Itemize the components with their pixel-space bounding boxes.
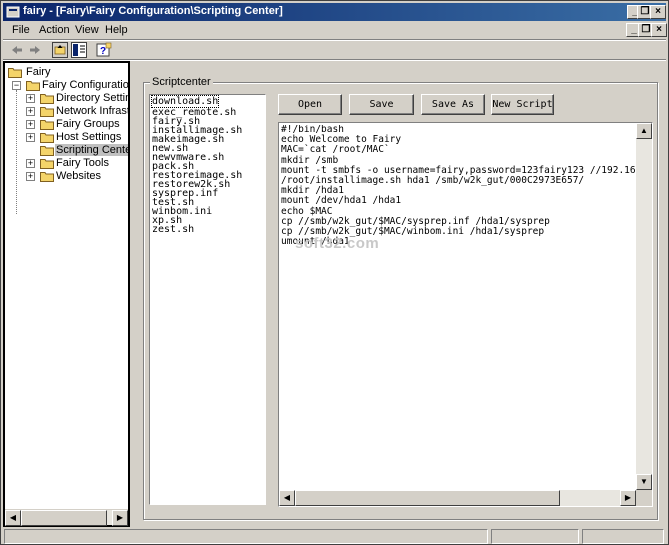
save-as-button[interactable]: Save As — [421, 94, 485, 115]
tree-item-label: Directory Settings — [56, 92, 128, 104]
tree-item-label: Host Settings — [56, 131, 122, 143]
back-arrow-icon[interactable] — [9, 42, 25, 58]
expand-icon[interactable]: + — [26, 107, 35, 116]
editor-horizontal-scrollbar[interactable]: ◀ ▶ — [279, 490, 636, 506]
tree-horizontal-scrollbar[interactable]: ◀ ▶ — [5, 509, 128, 526]
scroll-right-icon[interactable]: ▶ — [112, 510, 128, 526]
script-file-list[interactable]: download.sh exec_remote.sh fairy.sh inst… — [149, 94, 266, 505]
status-bar — [3, 528, 666, 544]
folder-icon — [40, 146, 54, 156]
tree-item-fairy-configuration[interactable]: − Fairy Configuration — [8, 79, 128, 92]
expand-icon[interactable]: + — [26, 159, 35, 168]
folder-open-icon — [26, 81, 40, 91]
status-cell — [491, 529, 579, 544]
expand-icon[interactable]: + — [26, 94, 35, 103]
folder-icon — [40, 172, 54, 182]
menu-bar: File Action View Help _ ❐ × — [3, 22, 667, 39]
menu-view[interactable]: View — [75, 24, 99, 36]
help-icon[interactable]: ? — [96, 42, 112, 58]
scroll-left-icon[interactable]: ◀ — [5, 510, 21, 526]
expand-icon[interactable]: + — [26, 120, 35, 129]
up-folder-icon[interactable] — [52, 42, 68, 58]
tree-item-label: Fairy Tools — [56, 157, 109, 169]
folder-icon — [40, 159, 54, 169]
new-script-button[interactable]: New Script — [491, 94, 554, 115]
app-icon — [6, 6, 20, 18]
tree-root-label: Fairy — [26, 66, 51, 78]
tree-item-label-selected: Scripting Center — [55, 144, 128, 156]
svg-text:?: ? — [100, 46, 106, 57]
tree-item-label: Websites — [56, 170, 102, 182]
folder-icon — [40, 107, 54, 117]
script-editor[interactable]: #!/bin/bash echo Welcome to Fairy MAC=`c… — [278, 122, 653, 507]
tree-item-label: Fairy Groups — [56, 118, 120, 130]
tree-item-host-settings[interactable]: + Host Settings — [26, 131, 128, 144]
toolbar: ? — [3, 41, 666, 59]
forward-arrow-icon[interactable] — [27, 42, 43, 58]
tree-item-label: Network Infrastruc — [56, 105, 128, 117]
scroll-down-icon[interactable]: ▼ — [636, 474, 652, 490]
mdi-close-button[interactable]: × — [651, 23, 667, 37]
tree-item-scripting-center[interactable]: Scripting Center — [26, 144, 128, 157]
folder-icon — [40, 120, 54, 130]
scroll-right-icon[interactable]: ▶ — [620, 490, 636, 506]
menu-action[interactable]: Action — [39, 24, 70, 36]
watermark: soft32.com — [295, 235, 380, 252]
scroll-thumb[interactable] — [295, 490, 560, 506]
navigation-tree[interactable]: Fairy − Fairy Configuration + Directory … — [3, 61, 130, 527]
title-bar[interactable]: fairy - [Fairy\Fairy Configuration\Scrip… — [3, 3, 666, 21]
app-window: fairy - [Fairy\Fairy Configuration\Scrip… — [0, 0, 669, 545]
menu-file[interactable]: File — [12, 24, 30, 36]
scroll-up-icon[interactable]: ▲ — [636, 123, 652, 139]
open-button[interactable]: Open — [278, 94, 342, 115]
expand-icon[interactable]: + — [26, 172, 35, 181]
status-cell-main — [4, 529, 488, 544]
tree-item-directory-settings[interactable]: + Directory Settings — [26, 92, 128, 105]
file-list-item[interactable]: download.sh — [150, 95, 220, 108]
collapse-icon[interactable]: − — [12, 81, 21, 90]
tree-item-websites[interactable]: + Websites — [26, 170, 128, 183]
save-button[interactable]: Save — [349, 94, 414, 115]
scroll-thumb[interactable] — [21, 510, 107, 526]
scrollbar-corner — [636, 490, 652, 506]
close-button[interactable]: × — [650, 5, 666, 19]
tree-root[interactable]: Fairy — [8, 66, 108, 79]
show-tree-icon[interactable] — [71, 42, 87, 58]
menu-help[interactable]: Help — [105, 24, 128, 36]
folder-icon — [40, 133, 54, 143]
window-title: fairy - [Fairy\Fairy Configuration\Scrip… — [23, 5, 283, 17]
file-list-item[interactable]: zest.sh — [152, 224, 194, 235]
tree-item-network-infrastructure[interactable]: + Network Infrastruc — [26, 105, 128, 118]
groupbox-title: Scriptcenter — [150, 76, 213, 88]
expand-icon[interactable]: + — [26, 133, 35, 142]
tree-item-fairy-tools[interactable]: + Fairy Tools — [26, 157, 128, 170]
tree-item-fairy-groups[interactable]: + Fairy Groups — [26, 118, 128, 131]
folder-icon — [40, 94, 54, 104]
scroll-left-icon[interactable]: ◀ — [279, 490, 295, 506]
tree-config-label: Fairy Configuration — [42, 79, 128, 91]
folder-icon — [8, 68, 22, 78]
editor-vertical-scrollbar[interactable]: ▲ ▼ — [636, 123, 652, 490]
tree-connector — [16, 90, 17, 214]
status-cell — [582, 529, 664, 544]
script-editor-text[interactable]: #!/bin/bash echo Welcome to Fairy MAC=`c… — [281, 125, 636, 490]
